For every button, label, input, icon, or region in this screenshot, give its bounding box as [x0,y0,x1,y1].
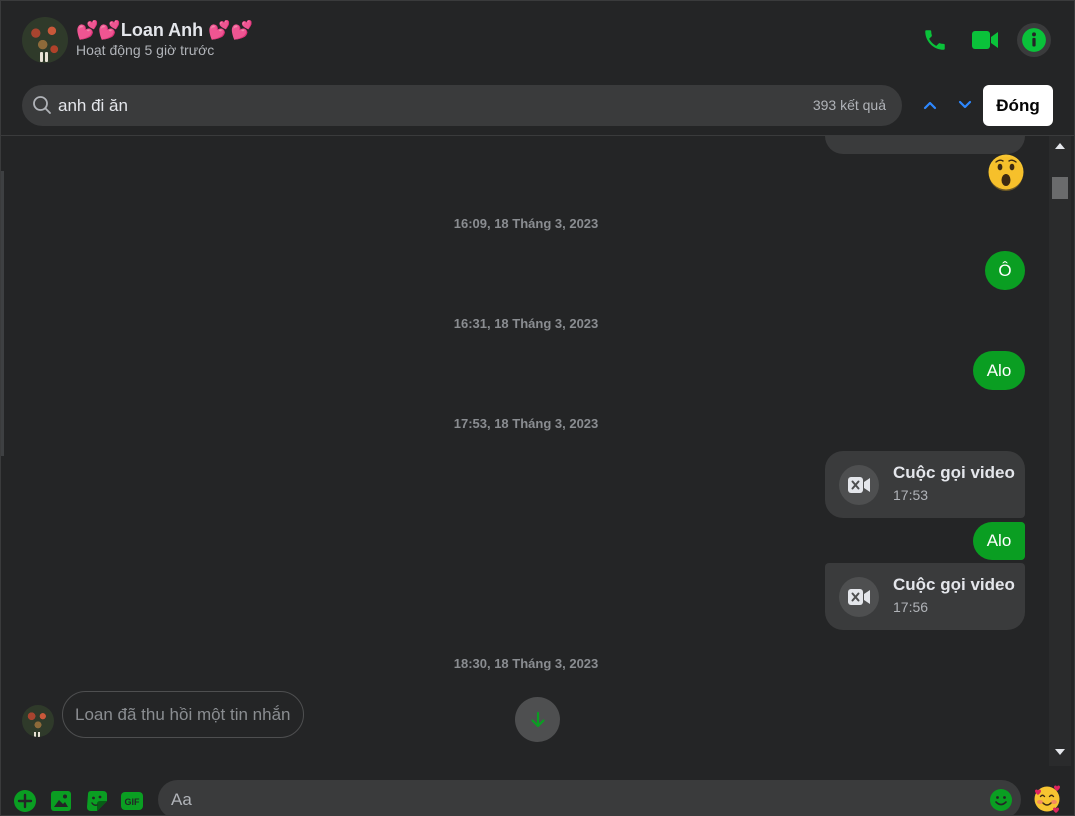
scrollbar[interactable] [1049,136,1071,766]
chevron-up-icon [923,101,937,110]
chevron-down-icon [958,100,972,109]
next-result-button[interactable] [953,93,977,117]
gif-label: GIF [125,797,141,807]
message-list[interactable]: 16:09, 18 Tháng 3, 2023 Ô 16:31, 18 Thán… [1,136,1049,766]
info-icon [1022,28,1046,52]
call-button[interactable] [918,23,952,57]
close-search-button[interactable]: Đóng [983,85,1053,126]
wow-emoji-message[interactable] [987,153,1025,191]
scroll-up-arrow[interactable] [1055,143,1065,149]
video-camera-icon [972,31,998,49]
call-title: Cuộc gọi video [893,463,1015,482]
image-icon [51,791,71,811]
contact-avatar[interactable] [22,705,54,737]
video-call-card[interactable]: Cuộc gọi video 17:53 [825,451,1025,518]
call-title: Cuộc gọi video [893,575,1015,594]
phone-icon [925,30,945,50]
scrollbar-thumb[interactable] [1052,177,1068,199]
contact-name[interactable]: 💕💕Loan Anh 💕💕 [76,20,253,41]
call-time: 17:53 [893,487,929,503]
sticker-button[interactable] [84,788,110,814]
search-icon [32,95,52,120]
sticker-icon [87,791,107,811]
arrow-down-icon [530,711,545,727]
sent-message[interactable]: Ô [985,251,1025,290]
call-time: 17:56 [893,599,929,615]
quick-reaction-emoji[interactable] [1033,785,1061,813]
message-timestamp: 16:31, 18 Tháng 3, 2023 [453,316,599,331]
search-result-count: 393 kết quả [812,97,886,113]
scroll-to-bottom-button[interactable] [515,697,560,742]
previous-result-button[interactable] [918,93,942,117]
plus-icon [14,790,36,812]
message-timestamp: 18:30, 18 Tháng 3, 2023 [453,656,599,671]
avatar-figure [34,727,42,737]
message-input[interactable]: Aa [158,780,1021,816]
missed-video-call-icon [839,465,879,505]
panel-edge [1,171,4,456]
avatar[interactable] [22,17,68,63]
recalled-message: Loan đã thu hồi một tin nhắn [62,691,304,738]
missed-video-call-icon [839,577,879,617]
gif-button[interactable]: GIF [119,788,145,814]
message-timestamp: 17:53, 18 Tháng 3, 2023 [453,416,599,431]
search-query[interactable]: anh đi ăn [58,96,128,116]
more-actions-button[interactable] [12,788,38,814]
messenger-chat-window: 💕💕Loan Anh 💕💕 Hoạt động 5 giờ trước anh … [0,0,1075,816]
gif-icon: GIF [121,792,143,810]
emoji-picker-icon[interactable] [989,788,1013,812]
call-card-partial[interactable] [825,136,1025,154]
chat-header: 💕💕Loan Anh 💕💕 Hoạt động 5 giờ trước [1,1,1075,77]
sent-message[interactable]: Alo [973,351,1025,390]
active-status: Hoạt động 5 giờ trước [76,42,215,58]
avatar-figure [40,49,50,62]
message-placeholder: Aa [171,790,192,809]
search-in-conversation-input[interactable]: anh đi ăn 393 kết quả [22,85,902,126]
info-button[interactable] [1017,23,1051,57]
video-call-card[interactable]: Cuộc gọi video 17:56 [825,563,1025,630]
message-timestamp: 16:09, 18 Tháng 3, 2023 [453,216,599,231]
scroll-down-arrow[interactable] [1055,749,1065,755]
video-call-button[interactable] [968,23,1002,57]
sent-message[interactable]: Alo [973,522,1025,560]
attach-image-button[interactable] [48,788,74,814]
